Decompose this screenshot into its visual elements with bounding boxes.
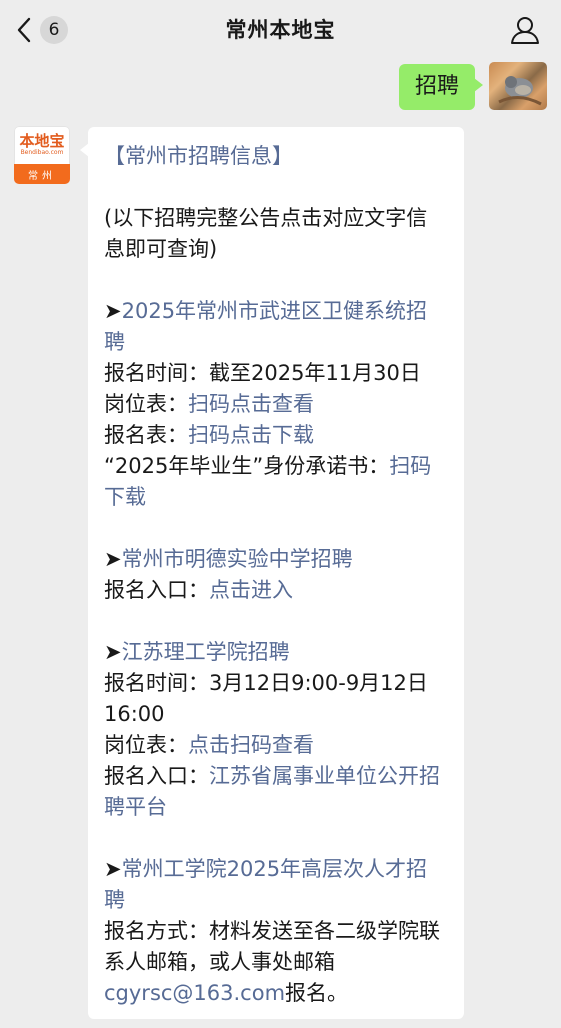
city-label: 常州 [14,164,70,184]
item3-posts: 岗位表：点击扫码查看 [104,733,314,757]
item3-posts-link[interactable]: 点击扫码查看 [188,733,314,757]
arrow-icon: ➤ [104,299,122,323]
arrow-icon: ➤ [104,857,122,881]
item1-posts-link[interactable]: 扫码点击查看 [188,392,314,416]
item2-entry: 报名入口：点击进入 [104,578,293,602]
bot-avatar[interactable]: 本地宝 Bendibao.com 常州 [14,126,70,184]
item1-commit: “2025年毕业生”身份承诺书：扫码下载 [104,454,432,509]
heading[interactable]: 【常州市招聘信息】 [104,141,448,172]
intro-text: (以下招聘完整公告点击对应文字信息即可查询) [104,206,428,261]
item1-form: 报名表：扫码点击下载 [104,423,314,447]
item1-title: ➤2025年常州市武进区卫健系统招聘 [104,299,428,354]
item4-method: 报名方式：材料发送至各二级学院联系人邮箱，或人事处邮箱cgyrsc@163.co… [104,919,440,1005]
item4-title: ➤常州工学院2025年高层次人才招聘 [104,857,428,912]
outgoing-bubble[interactable]: 招聘 [398,64,484,110]
item1-form-link[interactable]: 扫码点击下载 [188,423,314,447]
profile-button[interactable] [509,14,541,46]
incoming-bubble: 【常州市招聘信息】 (以下招聘完整公告点击对应文字信息即可查询) ➤2025年常… [80,127,464,1019]
my-avatar[interactable] [489,62,547,110]
user-icon [511,17,539,44]
arrow-icon: ➤ [104,547,122,571]
chat-title: 常州本地宝 [225,18,336,42]
item1-time: 报名时间：截至2025年11月30日 [104,361,421,385]
item4-email-link[interactable]: cgyrsc@163.com [104,981,285,1005]
outgoing-message: 招聘 [398,62,547,110]
arrow-icon: ➤ [104,640,122,664]
top-bar: 6 常州本地宝 [0,0,561,60]
bendibao-logo: 本地宝 Bendibao.com [19,132,65,156]
item2-entry-link[interactable]: 点击进入 [209,578,293,602]
item3-title: ➤江苏理工学院招聘 [104,640,290,664]
item2-title: ➤常州市明德实验中学招聘 [104,547,353,571]
item1-posts: 岗位表：扫码点击查看 [104,392,314,416]
bird-photo-icon [498,76,542,106]
item3-entry: 报名入口：江苏省属事业单位公开招聘平台 [104,764,440,819]
item3-time: 报名时间：3月12日9:00-9月12日16:00 [104,671,428,726]
